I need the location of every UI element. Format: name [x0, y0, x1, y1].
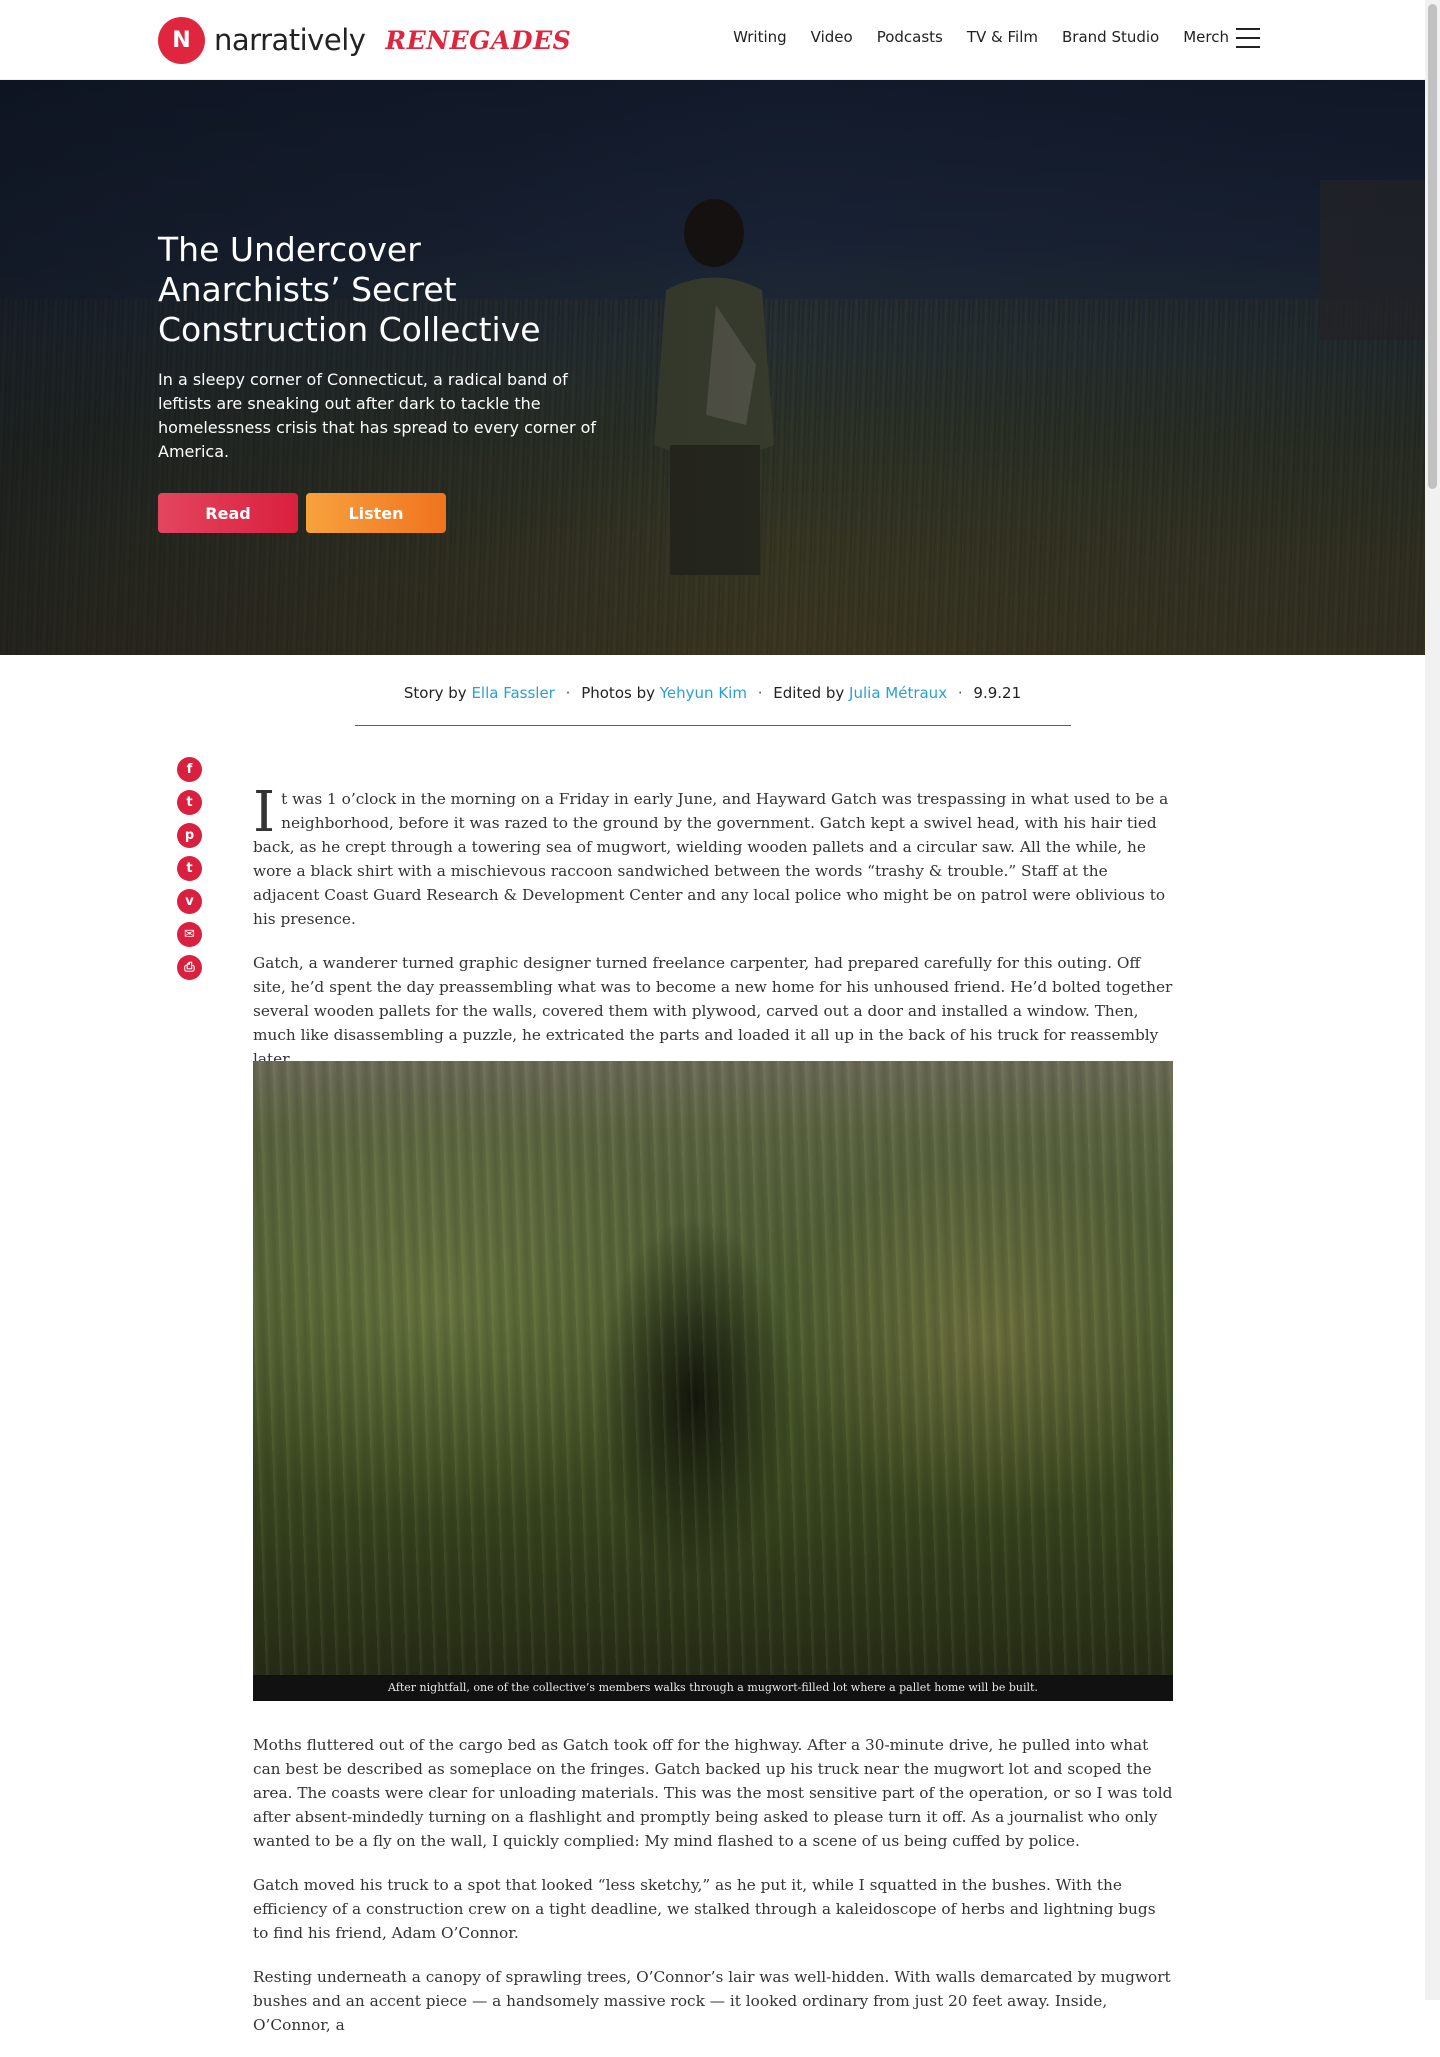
byline-separator: · [565, 684, 571, 702]
page-scrollbar[interactable] [1425, 0, 1440, 2000]
author-link[interactable]: Ella Fassler [471, 684, 554, 702]
byline-separator: · [757, 684, 763, 702]
pocket-icon[interactable]: v [177, 889, 202, 914]
nav-podcasts[interactable]: Podcasts [877, 28, 943, 46]
share-rail: f t p t v ✉ ⎙ [177, 757, 202, 988]
site-logo[interactable]: N narratively RENEGADES [158, 16, 571, 64]
nav-video[interactable]: Video [811, 28, 853, 46]
nav-writing[interactable]: Writing [733, 28, 787, 46]
read-button[interactable]: Read [158, 493, 298, 533]
nav-merch[interactable]: Merch [1183, 28, 1229, 46]
email-icon[interactable]: ✉ [177, 922, 202, 947]
article-paragraph: Moths fluttered out of the cargo bed as … [253, 1736, 1173, 1850]
publish-date: 9.9.21 [973, 684, 1022, 702]
article-body: It was 1 o’clock in the morning on a Fri… [253, 780, 1173, 1091]
site-header: N narratively RENEGADES Writing Video Po… [0, 0, 1425, 80]
paragraph-text: t was 1 o’clock in the morning on a Frid… [253, 790, 1169, 928]
hero-section: The Undercover Anarchists’ Secret Constr… [0, 80, 1425, 655]
hero-text: The Undercover Anarchists’ Secret Constr… [158, 230, 608, 464]
article-body-continued: Moths fluttered out of the cargo bed as … [253, 1733, 1173, 2057]
byline: Story by Ella Fassler · Photos by Yehyun… [0, 684, 1425, 702]
image-texture [253, 1061, 1173, 1701]
renegades-logo[interactable]: RENEGADES [385, 26, 571, 55]
drop-cap: I [253, 780, 276, 845]
logo-mark: N [158, 16, 205, 64]
article-title: The Undercover Anarchists’ Secret Constr… [158, 230, 541, 349]
article-paragraph: Gatch moved his truck to a spot that loo… [253, 1876, 1156, 1942]
nav-tv-film[interactable]: TV & Film [967, 28, 1038, 46]
byline-divider [355, 725, 1071, 726]
photographer-link[interactable]: Yehyun Kim [660, 684, 747, 702]
edited-by-label: Edited by [773, 684, 845, 702]
byline-separator: · [957, 684, 963, 702]
article-paragraph: It was 1 o’clock in the morning on a Fri… [253, 780, 1173, 931]
tumblr-icon[interactable]: t [177, 856, 202, 881]
article-dek: In a sleepy corner of Connecticut, a rad… [158, 370, 597, 461]
story-by-label: Story by [403, 684, 467, 702]
article-paragraph: Gatch, a wanderer turned graphic designe… [253, 954, 1173, 1068]
listen-button[interactable]: Listen [306, 493, 446, 533]
article-paragraph: Resting underneath a canopy of sprawling… [253, 1968, 1171, 2034]
main-nav: Writing Video Podcasts TV & Film Brand S… [709, 28, 1229, 46]
editor-link[interactable]: Julia Métraux [849, 684, 947, 702]
facebook-icon[interactable]: f [177, 757, 202, 782]
article-photo: After nightfall, one of the collective’s… [253, 1061, 1173, 1701]
print-icon[interactable]: ⎙ [177, 955, 202, 980]
hamburger-menu-icon[interactable] [1236, 28, 1260, 48]
photo-caption: After nightfall, one of the collective’s… [253, 1675, 1173, 1701]
twitter-icon[interactable]: t [177, 790, 202, 815]
logo-wordmark: narratively [214, 23, 366, 57]
hero-buttons: Read Listen [158, 493, 446, 533]
photos-by-label: Photos by [581, 684, 655, 702]
scrollbar-thumb[interactable] [1428, 4, 1437, 489]
pinterest-icon[interactable]: p [177, 823, 202, 848]
nav-brand-studio[interactable]: Brand Studio [1062, 28, 1159, 46]
